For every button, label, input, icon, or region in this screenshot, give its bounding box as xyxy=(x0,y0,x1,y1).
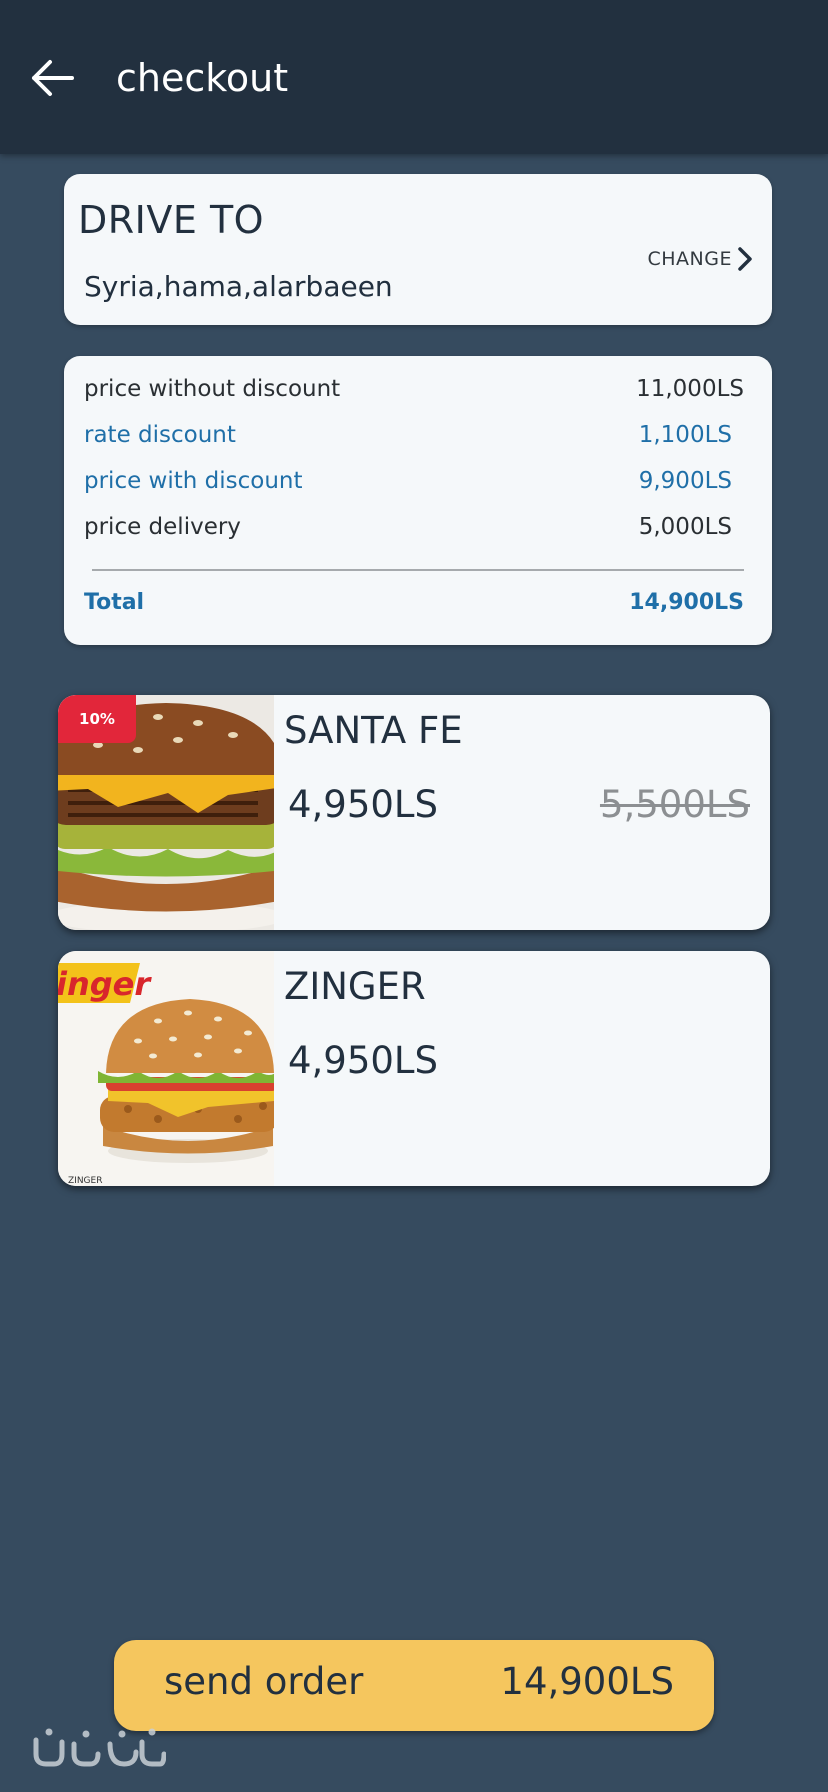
page-title: checkout xyxy=(116,56,289,100)
summary-row-price-with-discount: price with discount 9,900LS xyxy=(84,468,732,494)
discount-badge: 10% xyxy=(58,695,136,743)
chevron-right-icon xyxy=(738,247,752,271)
total-value: 14,900LS xyxy=(629,590,744,615)
summary-value: 1,100LS xyxy=(638,422,732,448)
summary-value: 11,000LS xyxy=(636,376,744,402)
back-button[interactable] xyxy=(24,50,80,106)
price-summary-card: price without discount 11,000LS rate dis… xyxy=(64,356,772,645)
total-label: Total xyxy=(84,590,145,615)
change-label: CHANGE xyxy=(647,248,732,270)
app-bar: checkout xyxy=(0,0,828,154)
send-order-button[interactable]: send order 14,900LS xyxy=(114,1640,714,1731)
summary-row-price-delivery: price delivery 5,000LS xyxy=(84,514,732,540)
brand-text: ZINGER xyxy=(68,1176,102,1186)
product-card[interactable]: inger ZINGER ZINGER 4,950LS xyxy=(58,951,770,1186)
address-text: Syria,hama,alarbaeen xyxy=(84,270,393,303)
summary-value: 9,900LS xyxy=(638,468,732,494)
product-price: 4,950LS xyxy=(288,783,439,826)
product-image-burger: inger ZINGER xyxy=(58,951,274,1186)
summary-divider xyxy=(92,569,744,571)
summary-row-price-without-discount: price without discount 11,000LS xyxy=(84,376,744,402)
product-name: ZINGER xyxy=(284,965,426,1008)
logo-text: inger xyxy=(58,965,152,1003)
summary-row-rate-discount: rate discount 1,100LS xyxy=(84,422,732,448)
change-address-button[interactable]: CHANGE xyxy=(648,246,755,272)
summary-label: price delivery xyxy=(84,514,241,540)
summary-label: rate discount xyxy=(84,422,236,448)
drive-to-heading: DRIVE TO xyxy=(78,198,265,242)
send-order-total: 14,900LS xyxy=(500,1660,674,1703)
send-order-label: send order xyxy=(164,1660,364,1703)
watermark-logo xyxy=(30,1724,167,1774)
summary-label: price with discount xyxy=(84,468,303,494)
product-image-burger: 10% xyxy=(58,695,274,930)
summary-label: price without discount xyxy=(84,376,341,402)
address-card: DRIVE TO Syria,hama,alarbaeen CHANGE xyxy=(64,174,772,325)
summary-value: 5,000LS xyxy=(638,514,732,540)
product-price: 4,950LS xyxy=(288,1039,439,1082)
summary-total-row: Total 14,900LS xyxy=(84,590,744,615)
product-old-price: 5,500LS xyxy=(599,783,750,826)
product-name: SANTA FE xyxy=(284,709,463,752)
product-card[interactable]: 10% SANTA FE 4,950LS 5,500LS xyxy=(58,695,770,930)
arrow-left-icon xyxy=(32,60,74,96)
